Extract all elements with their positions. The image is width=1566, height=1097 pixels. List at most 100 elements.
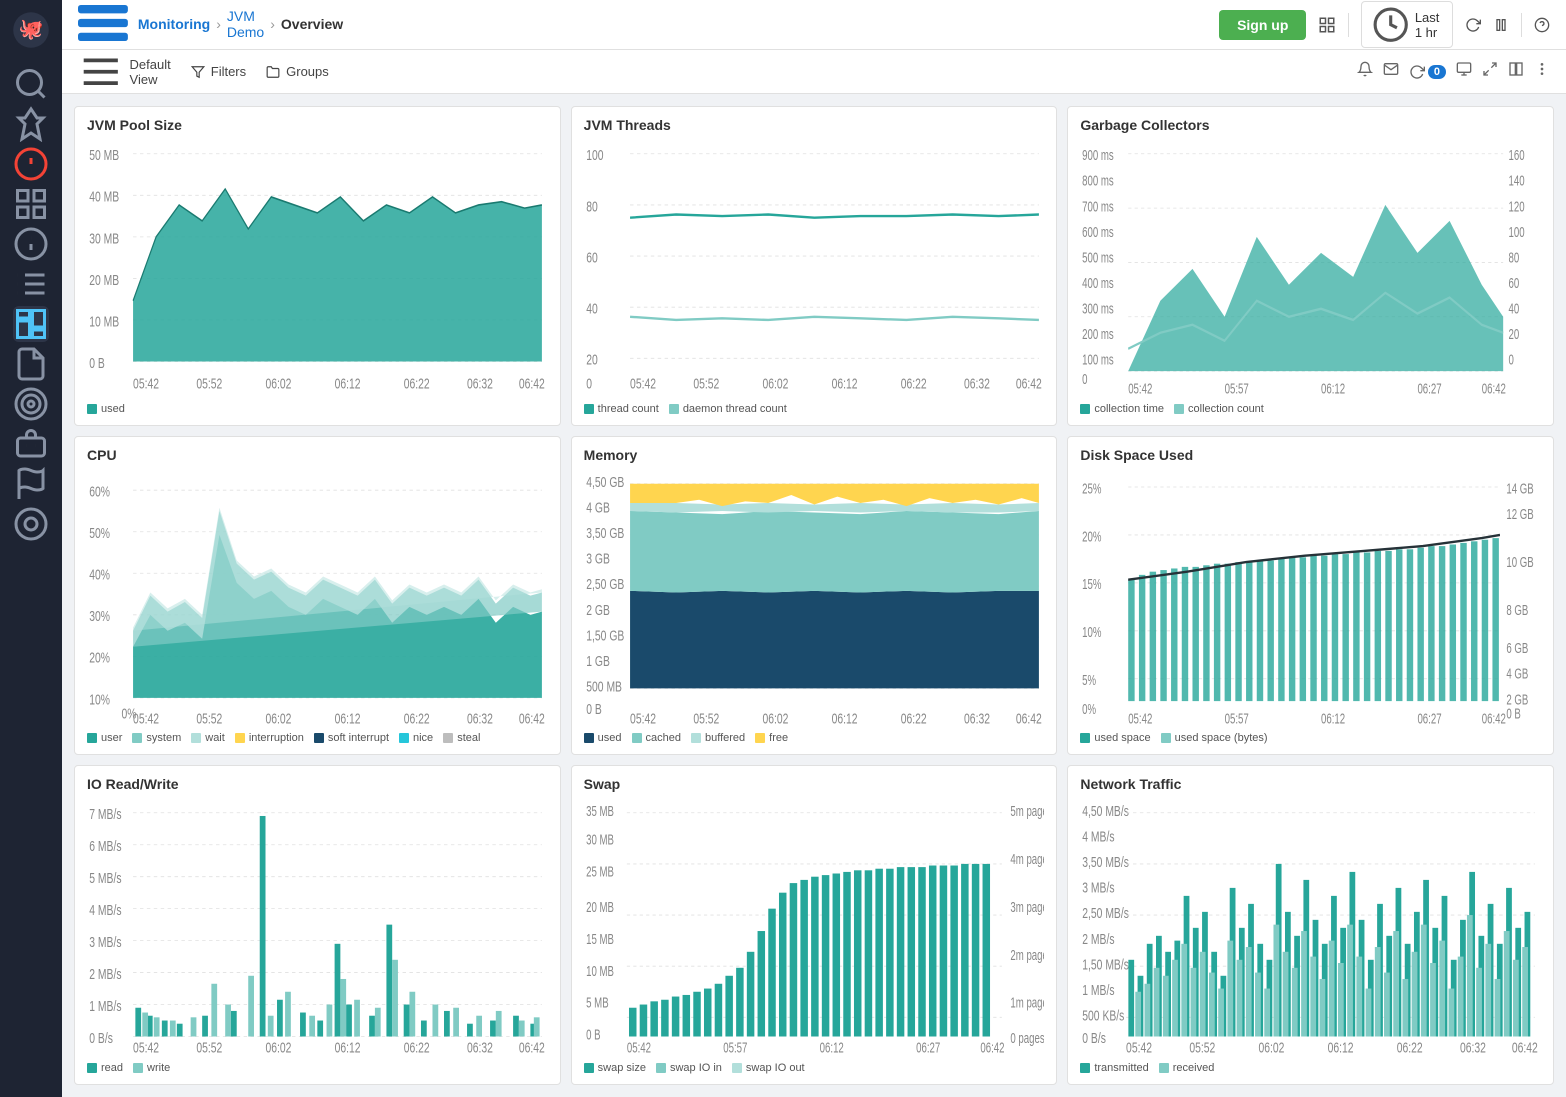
more-icon[interactable]	[1534, 61, 1550, 82]
panel-title-io: IO Read/Write	[87, 776, 548, 792]
default-view-button[interactable]: Default View	[78, 49, 171, 95]
legend-dot-user	[87, 733, 97, 743]
legend-dot-mem-used	[584, 733, 594, 743]
svg-text:4m pages/s: 4m pages/s	[1010, 851, 1044, 867]
topnav-divider	[1348, 13, 1349, 37]
sidebar-rocket[interactable]	[13, 106, 49, 142]
sidebar-grid[interactable]	[13, 186, 49, 222]
svg-text:40: 40	[586, 301, 598, 317]
legend-memory: used cached buffered free	[584, 732, 1045, 744]
groups-button[interactable]: Groups	[266, 64, 329, 79]
svg-text:1 MB/s: 1 MB/s	[89, 999, 121, 1015]
svg-text:20 MB: 20 MB	[586, 899, 614, 915]
filters-button[interactable]: Filters	[191, 64, 246, 79]
legend-dot-collection-time	[1080, 404, 1090, 414]
svg-text:3 MB/s: 3 MB/s	[1083, 880, 1115, 896]
refresh-icon[interactable]	[1465, 17, 1481, 33]
legend-label-write: write	[147, 1062, 170, 1074]
legend-dot-swap-io-out	[732, 1063, 742, 1073]
svg-text:05:52: 05:52	[196, 711, 222, 727]
svg-text:160: 160	[1509, 147, 1525, 163]
chart-io: 7 MB/s 6 MB/s 5 MB/s 4 MB/s 3 MB/s 2 MB/…	[87, 800, 548, 1056]
email-icon[interactable]	[1383, 61, 1399, 82]
svg-text:06:12: 06:12	[819, 1040, 843, 1056]
svg-text:300 ms: 300 ms	[1082, 301, 1114, 317]
breadcrumb: Monitoring › JVM Demo › Overview	[78, 5, 343, 44]
main-content: Monitoring › JVM Demo › Overview Sign up…	[62, 0, 1566, 1097]
svg-text:05:57: 05:57	[723, 1040, 747, 1056]
signup-button[interactable]: Sign up	[1219, 10, 1306, 40]
legend-label-transmitted: transmitted	[1094, 1062, 1148, 1074]
legend-item-cached: cached	[632, 732, 681, 744]
app-logo[interactable]: 🐙	[11, 10, 51, 50]
panel-io-readwrite: IO Read/Write 7 MB/s 6 MB/s 5 MB/s 4 MB/…	[74, 765, 561, 1085]
sidebar-palette[interactable]	[13, 506, 49, 542]
svg-text:40: 40	[1509, 301, 1520, 317]
svg-text:05:52: 05:52	[693, 376, 719, 392]
sidebar-dashboard[interactable]	[13, 306, 49, 342]
svg-text:15%: 15%	[1082, 576, 1101, 592]
groups-label: Groups	[286, 64, 329, 79]
panel-title-cpu: CPU	[87, 447, 548, 463]
legend-io: read write	[87, 1062, 548, 1074]
svg-text:1 GB: 1 GB	[586, 653, 610, 669]
svg-text:3 GB: 3 GB	[586, 551, 610, 567]
time-range[interactable]: Last 1 hr	[1361, 1, 1453, 48]
legend-item-received: received	[1159, 1062, 1215, 1074]
breadcrumb-sep1: ›	[216, 16, 221, 32]
svg-text:06:32: 06:32	[964, 711, 990, 727]
legend-dot-free	[755, 733, 765, 743]
panel-memory: Memory 4,50 GB 4 GB 3,50 GB 3 GB 2,50 GB…	[571, 436, 1058, 756]
svg-text:05:42: 05:42	[133, 376, 159, 392]
svg-text:05:42: 05:42	[630, 376, 656, 392]
svg-text:06:42: 06:42	[519, 1040, 545, 1056]
help-icon[interactable]	[1534, 17, 1550, 33]
svg-text:06:12: 06:12	[335, 1040, 361, 1056]
topnav-divider2	[1521, 13, 1522, 37]
svg-text:06:42: 06:42	[519, 376, 545, 392]
dashboard-grid: JVM Pool Size 50 MB 40 MB 30 MB 20 MB 10…	[62, 94, 1566, 1097]
display-icon[interactable]	[1456, 61, 1472, 82]
svg-text:50 MB: 50 MB	[89, 148, 119, 164]
legend-swap: swap size swap IO in swap IO out	[584, 1062, 1045, 1074]
svg-text:0 B/s: 0 B/s	[1083, 1031, 1107, 1047]
split-icon[interactable]	[1508, 61, 1524, 82]
topnav-apps-icon[interactable]	[1318, 16, 1336, 34]
svg-text:06:22: 06:22	[1397, 1040, 1423, 1056]
breadcrumb-jvm-demo[interactable]: JVM Demo	[227, 8, 264, 40]
svg-text:06:27: 06:27	[1418, 710, 1442, 726]
svg-text:2,50 MB/s: 2,50 MB/s	[1083, 906, 1130, 922]
legend-dot-interruption	[235, 733, 245, 743]
svg-text:4,50 GB: 4,50 GB	[586, 474, 624, 490]
legend-item-buffered: buffered	[691, 732, 745, 744]
svg-text:1,50 MB/s: 1,50 MB/s	[1083, 957, 1130, 973]
bell-icon[interactable]	[1357, 61, 1373, 82]
panel-title-jvm-threads: JVM Threads	[584, 117, 1045, 133]
legend-label-soft-interrupt: soft interrupt	[328, 732, 389, 744]
legend-label-used-space: used space	[1094, 732, 1150, 744]
svg-text:30%: 30%	[89, 608, 110, 624]
sidebar-info[interactable]	[13, 226, 49, 262]
svg-text:06:42: 06:42	[1016, 711, 1042, 727]
legend-dot-buffered	[691, 733, 701, 743]
sidebar-bot[interactable]	[13, 426, 49, 462]
svg-text:60%: 60%	[89, 484, 110, 500]
svg-text:40%: 40%	[89, 567, 110, 583]
sidebar-search[interactable]	[13, 66, 49, 102]
fullscreen-icon[interactable]	[1482, 61, 1498, 82]
svg-text:5 MB/s: 5 MB/s	[89, 871, 121, 887]
pause-icon[interactable]	[1493, 17, 1509, 33]
sidebar-flags[interactable]	[13, 466, 49, 502]
sidebar-targets[interactable]	[13, 386, 49, 422]
legend-label-swap-io-in: swap IO in	[670, 1062, 722, 1074]
breadcrumb-monitoring[interactable]: Monitoring	[138, 16, 210, 32]
notification-with-badge[interactable]: 0	[1409, 64, 1446, 80]
sidebar-reports[interactable]	[13, 346, 49, 382]
svg-text:06:12: 06:12	[1321, 381, 1345, 397]
sidebar-alerts[interactable]	[13, 146, 49, 182]
sidebar-list[interactable]	[13, 266, 49, 302]
chart-disk: 25% 20% 15% 10% 5% 0% 14 GB 12 GB 10 GB …	[1080, 471, 1541, 727]
legend-label-read: read	[101, 1062, 123, 1074]
svg-text:06:12: 06:12	[335, 711, 361, 727]
legend-dot-transmitted	[1080, 1063, 1090, 1073]
